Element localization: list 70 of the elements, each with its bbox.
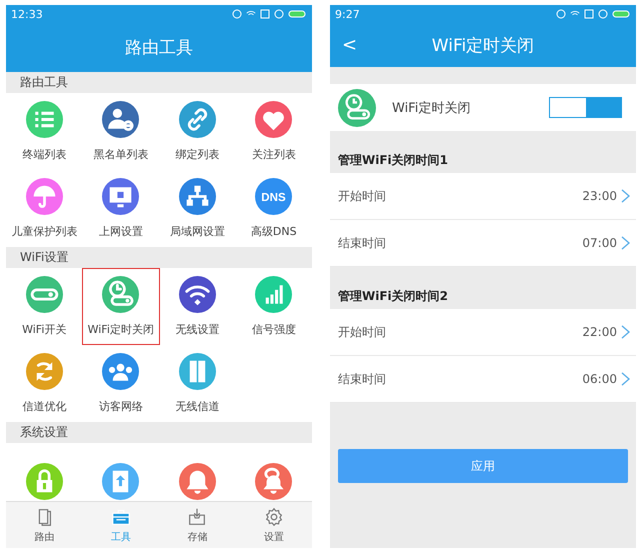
- target-icon: [556, 9, 566, 19]
- group-title: 管理WiFi关闭时间2: [338, 288, 448, 305]
- section-title: 路由工具: [20, 74, 68, 91]
- tool-label: 无线设置: [175, 322, 220, 337]
- tool-label: 黑名单列表: [93, 147, 148, 162]
- tool-label: 局域网设置: [170, 224, 225, 239]
- sim-icon: [260, 9, 270, 19]
- tool-label: 高级DNS: [250, 224, 297, 239]
- tool-label: 上网设置: [98, 224, 143, 239]
- tool-label: 儿童保护列表: [11, 224, 78, 239]
- tool-label: 绑定列表: [175, 147, 220, 162]
- time-label: 开始时间: [338, 188, 387, 204]
- charging-icon: [274, 9, 284, 19]
- time-value: 06:00: [582, 372, 617, 386]
- screen-title: 路由工具: [124, 37, 194, 60]
- dns-icon: DNS: [255, 178, 292, 215]
- time-label: 结束时间: [338, 234, 387, 252]
- battery-icon: [288, 10, 306, 18]
- toggle-switch[interactable]: [549, 97, 622, 118]
- charging-icon: [598, 9, 608, 19]
- tool-tile[interactable]: 儿童保护列表: [8, 170, 80, 247]
- tab-button[interactable]: 路由: [6, 502, 82, 548]
- tool-tile[interactable]: 终端列表: [8, 93, 80, 170]
- status-time: 9:27: [335, 8, 360, 20]
- tool-tile[interactable]: 信号强度: [238, 268, 310, 345]
- tool-tile[interactable]: 关注列表: [238, 93, 310, 170]
- tool-tile[interactable]: DNS 高级DNS: [238, 170, 310, 247]
- tool-label: 终端列表: [22, 147, 66, 162]
- time-label: 开始时间: [338, 324, 387, 340]
- chevron-icon: [621, 325, 630, 339]
- chevron-icon: [621, 189, 630, 203]
- time-value: 23:00: [582, 189, 617, 203]
- tool-tile[interactable]: 局域网设置: [161, 170, 234, 247]
- section-title: WiFi设置: [20, 249, 68, 266]
- chevron-icon: [621, 372, 630, 386]
- tool-tile[interactable]: 无线设置: [161, 268, 234, 345]
- tool-tile[interactable]: 黑名单列表: [84, 93, 157, 170]
- time-label: 结束时间: [338, 370, 387, 388]
- tab-button[interactable]: 存储: [159, 502, 236, 548]
- time-row[interactable]: 结束时间 06:00: [330, 356, 636, 403]
- tool-label: 无线信道: [175, 399, 220, 414]
- chevron-icon: [621, 236, 630, 250]
- toggle-label: WiFi定时关闭: [392, 100, 472, 116]
- tool-tile[interactable]: 无线信道: [161, 345, 234, 422]
- time-row[interactable]: 开始时间 23:00: [330, 173, 636, 220]
- tool-tile[interactable]: 上网设置: [84, 170, 157, 247]
- tool-tile[interactable]: WiFi开关: [8, 268, 80, 345]
- battery-icon: [612, 10, 630, 18]
- tool-label: 信道优化: [22, 399, 66, 414]
- clock-toggle-icon: [338, 88, 376, 126]
- group-title: 管理WiFi关闭时间1: [338, 152, 448, 169]
- tool-tile[interactable]: 访客网络: [84, 345, 157, 422]
- tool-label: WiFi定时关闭: [88, 322, 154, 337]
- sim-icon: [584, 9, 594, 19]
- screen-title: WiFi定时关闭: [432, 34, 534, 56]
- tool-label: 关注列表: [252, 147, 296, 162]
- tool-label: 信号强度: [252, 322, 296, 337]
- target-icon: [232, 9, 242, 19]
- tool-label: 访客网络: [98, 399, 143, 414]
- time-row[interactable]: 开始时间 22:00: [330, 309, 636, 356]
- tool-label: WiFi开关: [22, 322, 66, 337]
- time-value: 22:00: [582, 325, 617, 339]
- time-value: 07:00: [582, 236, 617, 250]
- tool-tile[interactable]: WiFi定时关闭: [82, 268, 160, 345]
- tab-button[interactable]: 设置: [236, 502, 312, 548]
- tool-tile[interactable]: 绑定列表: [161, 93, 234, 170]
- time-row[interactable]: 结束时间 07:00: [330, 220, 636, 267]
- tool-tile[interactable]: 信道优化: [8, 345, 80, 422]
- section-title: 系统设置: [20, 424, 68, 441]
- status-time: 12:33: [11, 8, 43, 20]
